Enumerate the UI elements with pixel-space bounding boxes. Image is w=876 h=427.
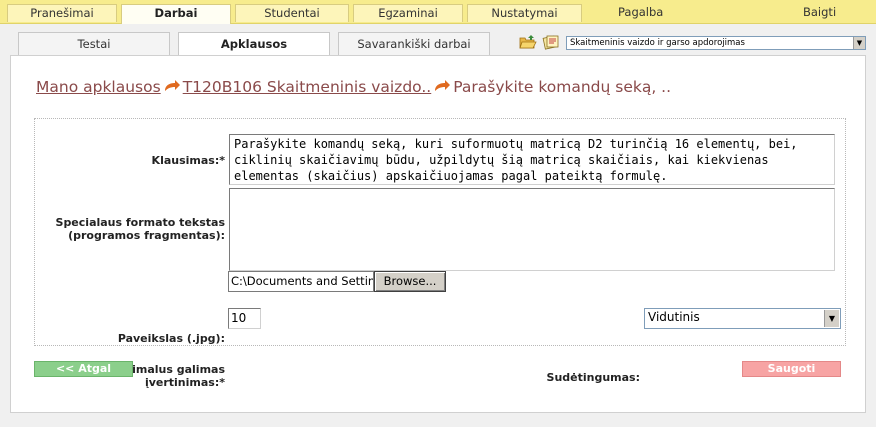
breadcrumb-current: Parašykite komandų seką, .. (453, 78, 672, 96)
max-score-input[interactable]: 10 (228, 308, 261, 329)
difficulty-select-value: Vidutinis (648, 310, 700, 324)
main-panel: Mano apklausos T120B106 Skaitmeninis vaiz… (10, 55, 866, 413)
special-format-label: Specialaus formato tekstas (programos fr… (55, 216, 225, 242)
difficulty-select[interactable]: Vidutinis ▼ (644, 308, 841, 329)
help-link[interactable]: Pagalba (618, 4, 663, 22)
tab-studentai[interactable]: Studentai (235, 4, 349, 22)
special-format-textarea[interactable] (229, 188, 835, 271)
tab-darbai[interactable]: Darbai (121, 4, 231, 24)
arrow-icon (433, 79, 451, 93)
arrow-icon (163, 79, 181, 93)
image-label: Paveikslas (.jpg): (117, 332, 225, 345)
tab-savarankiski-darbai[interactable]: Savarankiški darbai (338, 32, 490, 55)
breadcrumb: Mano apklausos T120B106 Skaitmeninis vaiz… (36, 78, 671, 100)
sub-navigation: Testai Apklausos Savarankiški darbai Ska… (0, 24, 876, 56)
course-select-value: Skaitmeninis vaizdo ir garso apdorojimas (570, 38, 745, 48)
top-navigation: Pranešimai Darbai Studentai Egzaminai Nu… (0, 0, 876, 24)
save-button[interactable]: Saugoti (742, 361, 841, 377)
tab-egzaminai[interactable]: Egzaminai (353, 4, 463, 22)
breadcrumb-link-my-surveys[interactable]: Mano apklausos (36, 78, 161, 96)
course-select[interactable]: Skaitmeninis vaizdo ir garso apdorojimas… (566, 36, 866, 50)
question-label: Klausimas:* (151, 154, 225, 167)
question-textarea[interactable]: Parašykite komandų seką, kuri suformuotų… (229, 134, 835, 185)
chevron-down-icon: ▼ (853, 37, 865, 49)
breadcrumb-link-course[interactable]: T120B106 Skaitmeninis vaizdo.. (183, 78, 432, 96)
tab-nustatymai[interactable]: Nustatymai (467, 4, 582, 22)
difficulty-label: Sudėtingumas: (546, 371, 640, 384)
image-file-input[interactable]: C:\Documents and Settings (228, 271, 374, 292)
browse-button[interactable]: Browse... (374, 271, 446, 292)
back-button[interactable]: << Atgal (34, 361, 133, 377)
chevron-down-icon: ▼ (824, 310, 839, 327)
notes-icon[interactable] (542, 34, 560, 50)
tab-pranesimai[interactable]: Pranešimai (7, 4, 117, 22)
open-folder-icon[interactable] (519, 34, 537, 50)
logout-link[interactable]: Baigti (803, 4, 836, 22)
tab-testai[interactable]: Testai (18, 32, 170, 55)
tab-apklausos[interactable]: Apklausos (178, 32, 330, 56)
